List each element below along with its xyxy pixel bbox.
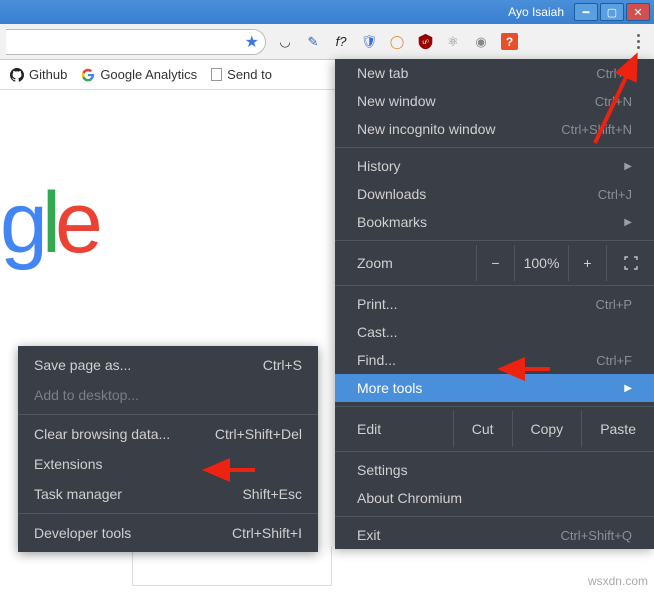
google-logo-partial: gle xyxy=(0,174,97,273)
window-titlebar: Ayo Isaiah ━ ▢ ✕ xyxy=(0,0,654,24)
svg-text:uᵒ: uᵒ xyxy=(422,39,429,46)
shield-icon[interactable]: 🛡 xyxy=(360,33,378,51)
submenu-taskmgr[interactable]: Task managerShift+Esc xyxy=(18,479,318,509)
submenu-extensions[interactable]: Extensions xyxy=(18,449,318,479)
menu-zoom: Zoom − 100% + xyxy=(335,245,654,281)
menu-history[interactable]: History▶ xyxy=(335,152,654,180)
menu-more-tools[interactable]: More tools▶ xyxy=(335,374,654,402)
address-bar[interactable]: ★ xyxy=(6,29,266,55)
question-icon[interactable]: ? xyxy=(500,33,518,51)
more-tools-submenu: Save page as...Ctrl+S Add to desktop... … xyxy=(18,346,318,552)
menu-new-tab[interactable]: New tabCtrl+T xyxy=(335,59,654,87)
menu-button[interactable] xyxy=(628,28,648,56)
eye-icon[interactable]: ◉ xyxy=(472,33,490,51)
user-label: Ayo Isaiah xyxy=(508,5,564,19)
menu-exit[interactable]: ExitCtrl+Shift+Q xyxy=(335,521,654,549)
star-icon[interactable]: ★ xyxy=(245,32,259,52)
fullscreen-button[interactable] xyxy=(606,245,654,281)
menu-edit: Edit Cut Copy Paste xyxy=(335,411,654,447)
menu-settings[interactable]: Settings xyxy=(335,456,654,484)
watermark: wsxdn.com xyxy=(588,574,648,588)
bookmark-label: Github xyxy=(29,67,67,82)
cut-button[interactable]: Cut xyxy=(453,411,512,447)
function-icon[interactable]: f? xyxy=(332,33,350,51)
google-icon xyxy=(81,68,95,82)
close-button[interactable]: ✕ xyxy=(626,3,650,21)
pocket-icon[interactable]: ◡ xyxy=(276,33,294,51)
menu-print[interactable]: Print...Ctrl+P xyxy=(335,290,654,318)
main-menu: New tabCtrl+T New windowCtrl+N New incog… xyxy=(335,59,654,549)
submenu-devtools[interactable]: Developer toolsCtrl+Shift+I xyxy=(18,518,318,548)
page-icon xyxy=(211,68,222,81)
svg-text:?: ? xyxy=(505,35,512,49)
eyedropper-icon[interactable]: ✎ xyxy=(304,33,322,51)
bookmark-sendto[interactable]: Send to xyxy=(211,67,272,82)
copy-button[interactable]: Copy xyxy=(512,411,582,447)
menu-new-window[interactable]: New windowCtrl+N xyxy=(335,87,654,115)
zoom-in-button[interactable]: + xyxy=(568,245,606,281)
paste-button[interactable]: Paste xyxy=(581,411,654,447)
chevron-right-icon: ▶ xyxy=(624,383,632,394)
bookmark-label: Google Analytics xyxy=(100,67,197,82)
react-icon[interactable]: ⚛ xyxy=(444,33,462,51)
ublock-icon[interactable]: uᵒ xyxy=(416,33,434,51)
menu-bookmarks[interactable]: Bookmarks▶ xyxy=(335,208,654,236)
menu-find[interactable]: Find...Ctrl+F xyxy=(335,346,654,374)
menu-downloads[interactable]: DownloadsCtrl+J xyxy=(335,180,654,208)
menu-about[interactable]: About Chromium xyxy=(335,484,654,512)
bookmark-github[interactable]: Github xyxy=(10,67,67,82)
circle-icon[interactable]: ◯ xyxy=(388,33,406,51)
github-icon xyxy=(10,68,24,82)
menu-incognito[interactable]: New incognito windowCtrl+Shift+N xyxy=(335,115,654,143)
chevron-right-icon: ▶ xyxy=(624,161,632,172)
search-box-fragment xyxy=(132,546,332,586)
minimize-button[interactable]: ━ xyxy=(574,3,598,21)
zoom-out-button[interactable]: − xyxy=(476,245,514,281)
extension-icons: ◡ ✎ f? 🛡 ◯ uᵒ ⚛ ◉ ? xyxy=(276,33,518,51)
maximize-button[interactable]: ▢ xyxy=(600,3,624,21)
menu-cast[interactable]: Cast... xyxy=(335,318,654,346)
submenu-add-desktop: Add to desktop... xyxy=(18,380,318,410)
bookmark-ga[interactable]: Google Analytics xyxy=(81,67,197,82)
submenu-save-page[interactable]: Save page as...Ctrl+S xyxy=(18,350,318,380)
submenu-clear-data[interactable]: Clear browsing data...Ctrl+Shift+Del xyxy=(18,419,318,449)
browser-toolbar: ★ ◡ ✎ f? 🛡 ◯ uᵒ ⚛ ◉ ? xyxy=(0,24,654,60)
chevron-right-icon: ▶ xyxy=(624,217,632,228)
zoom-value: 100% xyxy=(514,245,568,281)
bookmark-label: Send to xyxy=(227,67,272,82)
